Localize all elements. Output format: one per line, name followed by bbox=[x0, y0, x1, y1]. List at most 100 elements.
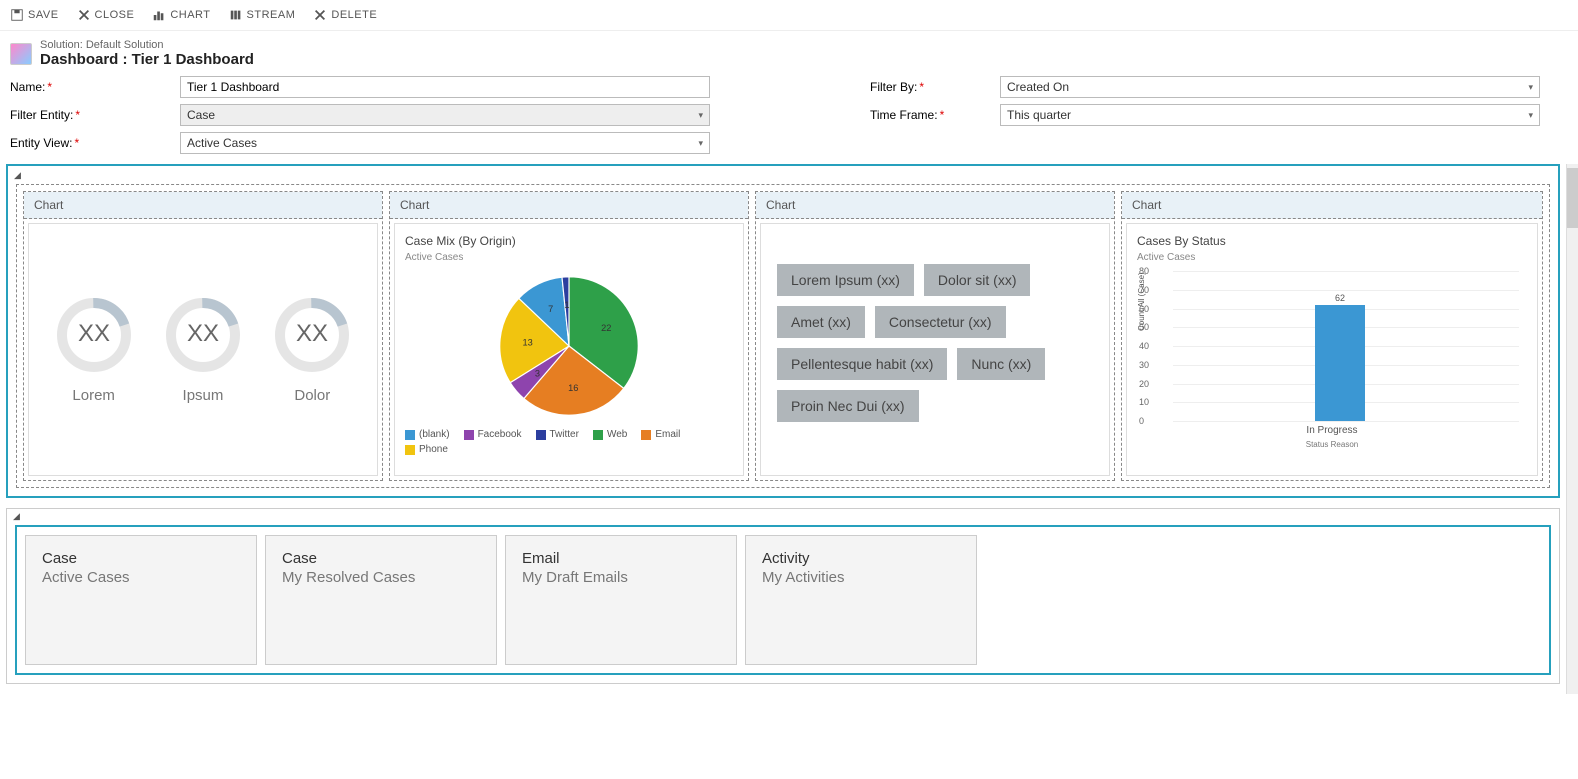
donut-label: Dolor bbox=[294, 387, 330, 404]
stream-card[interactable]: ActivityMy Activities bbox=[745, 535, 977, 665]
chart-icon bbox=[152, 8, 166, 22]
name-label: Name:* bbox=[10, 80, 180, 94]
chevron-down-icon: ▾ bbox=[698, 110, 703, 121]
legend-item: Facebook bbox=[464, 429, 522, 440]
vertical-scrollbar[interactable] bbox=[1566, 164, 1578, 694]
chart-subtitle: Active Cases bbox=[405, 252, 733, 263]
chart-button[interactable]: CHART bbox=[152, 8, 210, 22]
svg-text:22: 22 bbox=[601, 323, 611, 333]
chevron-down-icon: ▾ bbox=[1528, 82, 1533, 93]
page-title: Dashboard : Tier 1 Dashboard bbox=[40, 51, 254, 68]
legend-item: (blank) bbox=[405, 429, 450, 440]
panel-header: Chart bbox=[756, 192, 1114, 219]
legend-item: Email bbox=[641, 429, 680, 440]
scrollbar-thumb[interactable] bbox=[1567, 168, 1578, 228]
command-bar: SAVE CLOSE CHART STREAM DELETE bbox=[0, 0, 1578, 31]
y-tick-label: 80 bbox=[1139, 266, 1149, 276]
svg-text:16: 16 bbox=[568, 383, 578, 393]
panel-header: Chart bbox=[1122, 192, 1542, 219]
bar-value-label: 62 bbox=[1335, 293, 1345, 303]
donut-gauge: XX Dolor bbox=[272, 295, 352, 404]
entity-view-label: Entity View:* bbox=[10, 136, 180, 150]
filter-by-select[interactable]: Created On▾ bbox=[1000, 76, 1540, 98]
tag-item[interactable]: Consectetur (xx) bbox=[875, 306, 1006, 338]
svg-text:XX: XX bbox=[296, 320, 328, 347]
close-label: CLOSE bbox=[95, 9, 135, 21]
chart-panel-tags[interactable]: Chart Lorem Ipsum (xx) Dolor sit (xx) Amet… bbox=[755, 191, 1115, 481]
bar bbox=[1315, 305, 1365, 421]
filter-entity-label: Filter Entity:* bbox=[10, 108, 180, 122]
bar-chart: Count:All (Case) 0102030405060708062 bbox=[1161, 271, 1519, 421]
svg-text:7: 7 bbox=[548, 304, 553, 314]
collapse-handle-icon[interactable]: ◢ bbox=[14, 170, 21, 181]
stream-button[interactable]: STREAM bbox=[229, 8, 296, 22]
svg-text:XX: XX bbox=[78, 320, 110, 347]
svg-text:3: 3 bbox=[535, 369, 540, 379]
chart-title: Cases By Status bbox=[1137, 234, 1527, 248]
collapse-handle-icon[interactable]: ◢ bbox=[13, 511, 20, 522]
filter-entity-value: Case bbox=[187, 108, 215, 122]
pie-chart: 22 16 3 13 7 1 bbox=[479, 271, 659, 421]
entity-view-select[interactable]: Active Cases ▾ bbox=[180, 132, 710, 154]
card-subtitle: My Activities bbox=[762, 569, 960, 586]
x-category-label: In Progress bbox=[1137, 425, 1527, 436]
chevron-down-icon: ▾ bbox=[698, 138, 703, 149]
chart-panel-pie[interactable]: Chart Case Mix (By Origin) Active Cases … bbox=[389, 191, 749, 481]
tag-item[interactable]: Nunc (xx) bbox=[957, 348, 1045, 380]
donut-gauge: XX Lorem bbox=[54, 295, 134, 404]
stream-card[interactable]: Case Active Cases bbox=[25, 535, 257, 665]
y-tick-label: 0 bbox=[1139, 416, 1144, 426]
legend-item: Twitter bbox=[536, 429, 579, 440]
chart-legend: (blank)FacebookTwitterWebEmailPhone bbox=[405, 429, 733, 455]
svg-text:1: 1 bbox=[564, 300, 569, 310]
y-tick-label: 60 bbox=[1139, 304, 1149, 314]
donut-label: Ipsum bbox=[183, 387, 224, 404]
card-subtitle: My Draft Emails bbox=[522, 569, 720, 586]
legend-item: Web bbox=[593, 429, 627, 440]
donut-label: Lorem bbox=[72, 387, 115, 404]
card-subtitle: Active Cases bbox=[42, 569, 240, 586]
delete-button[interactable]: DELETE bbox=[313, 8, 377, 22]
save-button[interactable]: SAVE bbox=[10, 8, 59, 22]
panel-header: Chart bbox=[24, 192, 382, 219]
svg-text:XX: XX bbox=[187, 320, 219, 347]
chart-subtitle: Active Cases bbox=[1137, 252, 1527, 263]
form-properties: Name:* Filter By:* Created On▾ Filter En… bbox=[0, 72, 1578, 164]
chart-panel-donuts[interactable]: Chart XX Lorem XX Ipsum XX Dolor bbox=[23, 191, 383, 481]
y-tick-label: 20 bbox=[1139, 379, 1149, 389]
solution-label: Solution: Default Solution bbox=[40, 39, 254, 51]
y-tick-label: 40 bbox=[1139, 341, 1149, 351]
card-title: Case bbox=[282, 550, 480, 567]
tag-item[interactable]: Amet (xx) bbox=[777, 306, 865, 338]
x-axis-label: Status Reason bbox=[1137, 440, 1527, 449]
time-frame-select[interactable]: This quarter ▾ bbox=[1000, 104, 1540, 126]
tag-item[interactable]: Lorem Ipsum (xx) bbox=[777, 264, 914, 296]
y-tick-label: 30 bbox=[1139, 360, 1149, 370]
tag-item[interactable]: Pellentesque habit (xx) bbox=[777, 348, 947, 380]
time-frame-value: This quarter bbox=[1007, 108, 1071, 122]
chart-panel-bar[interactable]: Chart Cases By Status Active Cases Count… bbox=[1121, 191, 1543, 481]
stream-row[interactable]: Case Active Cases Case My Resolved Cases Ema… bbox=[15, 525, 1551, 675]
dashboard-entity-icon bbox=[10, 43, 32, 65]
stream-card[interactable]: EmailMy Draft Emails bbox=[505, 535, 737, 665]
card-title: Case bbox=[42, 550, 240, 567]
tag-item[interactable]: Dolor sit (xx) bbox=[924, 264, 1031, 296]
tag-item[interactable]: Proin Nec Dui (xx) bbox=[777, 390, 919, 422]
close-icon bbox=[77, 8, 91, 22]
delete-icon bbox=[313, 8, 327, 22]
y-tick-label: 70 bbox=[1139, 285, 1149, 295]
chart-label: CHART bbox=[170, 9, 210, 21]
stream-label: STREAM bbox=[247, 9, 296, 21]
filter-entity-select[interactable]: Case ▾ bbox=[180, 104, 710, 126]
stream-card[interactable]: Case My Resolved Cases bbox=[265, 535, 497, 665]
card-subtitle: My Resolved Cases bbox=[282, 569, 480, 586]
entity-view-value: Active Cases bbox=[187, 136, 257, 150]
chevron-down-icon: ▾ bbox=[1528, 110, 1533, 121]
save-icon bbox=[10, 8, 24, 22]
name-input[interactable] bbox=[180, 76, 710, 98]
svg-text:13: 13 bbox=[523, 337, 533, 347]
close-button[interactable]: CLOSE bbox=[77, 8, 135, 22]
y-tick-label: 50 bbox=[1139, 322, 1149, 332]
dashboard-section-charts[interactable]: ◢ Chart XX Lorem XX Ipsum XX Dolor Chart Case… bbox=[6, 164, 1560, 498]
page-header: Solution: Default Solution Dashboard : T… bbox=[0, 31, 1578, 72]
